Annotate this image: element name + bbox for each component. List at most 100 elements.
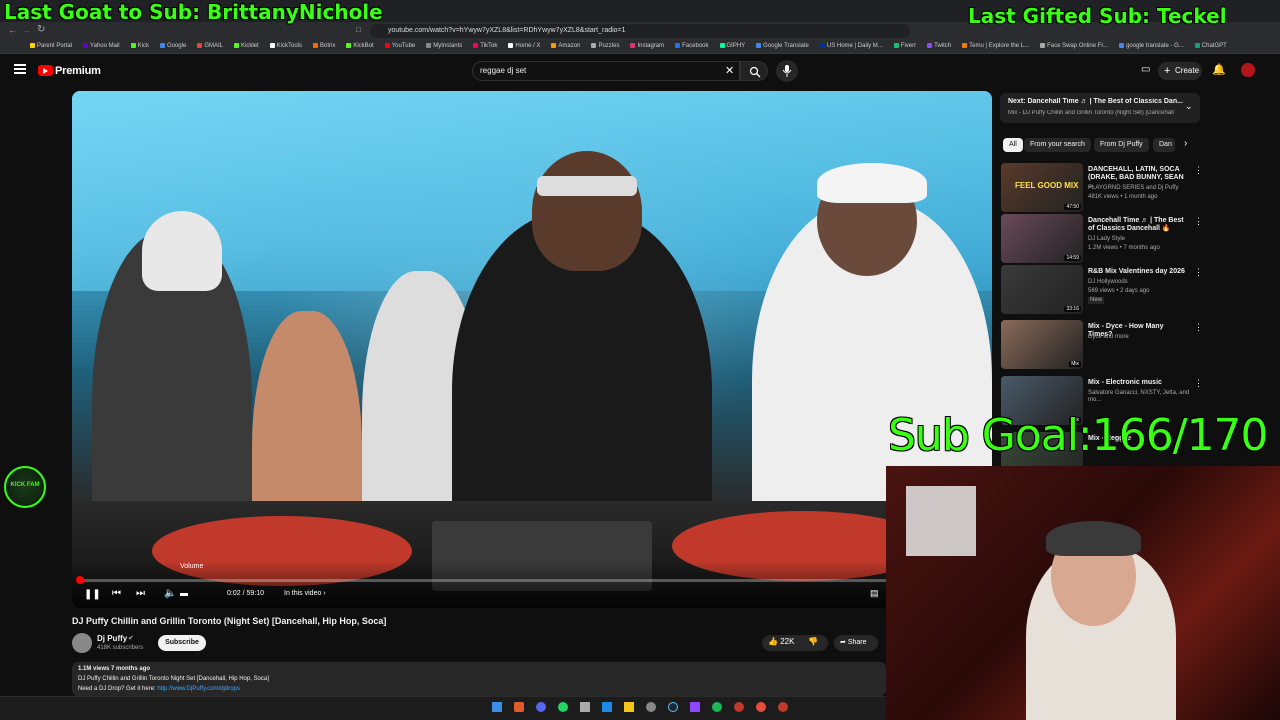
dislike-icon[interactable]: 👎 [808, 637, 818, 646]
notifications-icon[interactable]: 🔔 [1212, 63, 1226, 76]
bookmark-item[interactable]: KickBot [346, 43, 374, 50]
bookmark-item[interactable]: Google Translate [756, 43, 809, 50]
more-options-icon[interactable]: ⋮ [1194, 165, 1203, 176]
recommendation-item[interactable]: 33:16 R&B Mix Valentines day 2026 DJ Hol… [1001, 265, 1203, 315]
next-icon[interactable]: ⏭ [136, 588, 145, 599]
recommendation-item[interactable]: Mix Mix - Dyce - How Many Times? Dyce an… [1001, 320, 1203, 370]
bookmark-item[interactable]: TikTok [473, 43, 497, 50]
chip-all[interactable]: All [1003, 138, 1023, 152]
bookmark-favicon-icon [346, 43, 352, 49]
avatar[interactable] [1241, 63, 1255, 77]
create-button[interactable]: + Create [1158, 62, 1202, 80]
chip-dancehall[interactable]: Dan [1153, 138, 1175, 152]
youtube-logo-icon[interactable] [38, 65, 53, 76]
photos-icon[interactable] [602, 702, 612, 712]
description-box[interactable]: 1.1M views 7 months ago DJ Puffy Chillin… [72, 662, 886, 696]
settings-icon[interactable] [646, 702, 656, 712]
volume-slider[interactable] [180, 593, 188, 596]
bookmark-item[interactable]: Kick [130, 43, 149, 50]
recommendation-item[interactable]: 14:59 Dancehall Time ♬ | The Best of Cla… [1001, 214, 1203, 264]
bookmark-item[interactable]: YouTube [384, 43, 415, 50]
premium-label[interactable]: Premium [55, 65, 101, 77]
bookmark-item[interactable]: Puzzles [591, 43, 619, 50]
previous-icon[interactable]: ⏮ [112, 588, 121, 599]
back-icon[interactable]: ← [8, 25, 17, 35]
chevron-down-icon[interactable]: ⌄ [1185, 101, 1193, 112]
bookmark-item[interactable]: GIPHY [719, 43, 745, 50]
chip-from-search[interactable]: From your search [1024, 138, 1091, 152]
discord-icon[interactable] [536, 702, 546, 712]
chapter-button[interactable]: In this video › [284, 590, 326, 597]
bookmark-item[interactable]: US Home | Daily M... [819, 43, 883, 50]
reload-icon[interactable]: ↻ [37, 24, 45, 35]
bookmark-item[interactable]: KickTools [269, 43, 302, 50]
whatsapp-icon[interactable] [558, 702, 568, 712]
share-button[interactable]: ➦ Share [834, 635, 878, 651]
video-player[interactable]: Volume ❚❚ ⏮ ⏭ 🔈 0:02 / 59:10 In this vid… [72, 91, 992, 608]
bookmark-item[interactable]: Twitch [927, 43, 951, 50]
recommendation-thumbnail[interactable]: Mix [1001, 320, 1083, 369]
more-options-icon[interactable]: ⋮ [1194, 378, 1203, 389]
steam-icon[interactable] [668, 702, 678, 712]
bookmark-item[interactable]: GMAIL [197, 43, 223, 50]
cast-icon[interactable]: ▭ [1141, 64, 1150, 75]
progress-bar[interactable] [80, 579, 984, 582]
search-input[interactable]: reggae dj set [472, 61, 740, 81]
menu-icon[interactable] [14, 64, 26, 74]
bookmark-item[interactable]: Yahoo Mail [83, 43, 120, 50]
volume-icon[interactable]: 🔈 [164, 588, 176, 599]
bookmark-favicon-icon [893, 43, 899, 49]
address-bar[interactable]: youtube.com/watch?v=hYwyw7yXZL8&list=RDh… [370, 24, 910, 38]
bookmark-item[interactable]: Kicklet [233, 43, 259, 50]
like-icon: 👍 [768, 637, 778, 646]
more-options-icon[interactable]: ⋮ [1194, 216, 1203, 227]
chip-from-channel[interactable]: From Dj Puffy [1094, 138, 1149, 152]
like-button[interactable]: 👍 22K [768, 637, 794, 646]
bookmark-item[interactable]: Parent Portal [30, 43, 72, 50]
thumbnail-text: FEEL GOOD MIX [1015, 181, 1079, 190]
drop-link[interactable]: http://www.DjPuffy.com/djdrops [157, 686, 239, 692]
brave-icon[interactable] [514, 702, 524, 712]
recommendation-item[interactable]: FEEL GOOD MIX 47:50 DANCEHALL, LATIN, SO… [1001, 163, 1203, 213]
bookmark-item[interactable]: Botrix [313, 43, 335, 50]
more-options-icon[interactable]: ⋮ [1194, 322, 1203, 333]
progress-scrubber[interactable] [76, 576, 84, 584]
app2-icon[interactable] [778, 702, 788, 712]
bookmark-item[interactable]: Google [159, 43, 186, 50]
twitch-icon[interactable] [690, 702, 700, 712]
app-icon[interactable] [734, 702, 744, 712]
clear-search-icon[interactable]: ✕ [725, 64, 734, 77]
captions-icon[interactable]: ▤ [870, 588, 879, 599]
spotify-icon[interactable] [712, 702, 722, 712]
bookmark-item[interactable]: Home / X [508, 43, 540, 50]
search-button[interactable] [740, 61, 768, 81]
folder-icon[interactable] [624, 702, 634, 712]
bookmark-item[interactable]: ChatGPT [1194, 43, 1227, 50]
channel-avatar[interactable] [72, 633, 92, 653]
chips-next-icon[interactable]: › [1184, 138, 1187, 149]
voice-search-button[interactable] [776, 60, 798, 82]
more-options-icon[interactable]: ⋮ [1194, 267, 1203, 278]
bookmark-page-icon[interactable]: □ [356, 25, 361, 34]
bookmark-item[interactable]: Facebook [675, 43, 709, 50]
share-icon: ➦ [840, 639, 846, 646]
start-icon[interactable] [492, 702, 502, 712]
bookmark-item[interactable]: Instagram [630, 43, 664, 50]
up-next-card[interactable]: Next: Dancehall Time ♬ | The Best of Cla… [1000, 93, 1200, 123]
bookmark-item[interactable]: Amazon [551, 43, 580, 50]
recommendation-thumbnail[interactable]: FEEL GOOD MIX 47:50 [1001, 163, 1083, 212]
calendar-icon[interactable] [580, 702, 590, 712]
bookmark-item[interactable]: google translate - G... [1119, 43, 1184, 50]
bookmark-item[interactable]: Fiverr [893, 43, 916, 50]
pause-icon[interactable]: ❚❚ [84, 589, 101, 600]
bookmark-item[interactable]: MyInstants [426, 43, 462, 50]
subscribe-button[interactable]: Subscribe [158, 635, 206, 651]
channel-name[interactable]: Dj Puffy [97, 634, 127, 643]
recommendation-channel: Dyce and more [1088, 334, 1129, 340]
bookmark-item[interactable]: Temu | Explore the L... [962, 43, 1029, 50]
forward-icon[interactable]: → [22, 25, 31, 35]
recommendation-thumbnail[interactable]: 14:59 [1001, 214, 1083, 263]
bookmark-item[interactable]: Face Swap Online Fr... [1040, 43, 1108, 50]
recommendation-thumbnail[interactable]: 33:16 [1001, 265, 1083, 314]
obs-icon[interactable] [756, 702, 766, 712]
